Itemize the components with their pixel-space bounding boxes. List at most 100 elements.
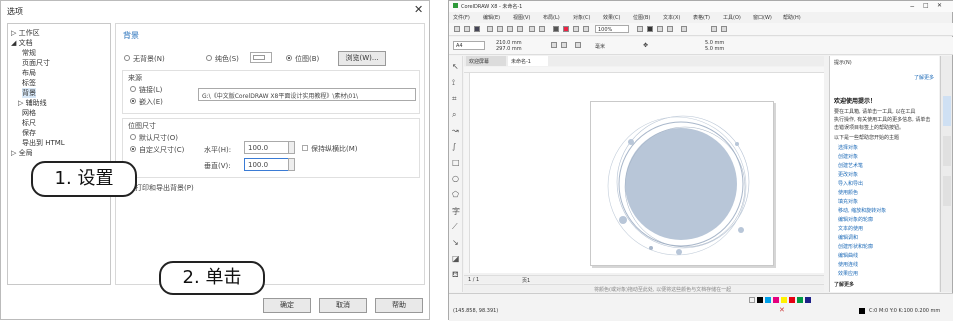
palette-swatch[interactable] (765, 297, 771, 303)
tree-item-grid[interactable]: 网格 (22, 108, 36, 118)
landscape-icon[interactable] (561, 42, 567, 48)
no-background-radio[interactable] (124, 55, 130, 61)
all-pages-icon[interactable] (575, 42, 581, 48)
horizontal-input[interactable]: 100.0 (244, 141, 290, 154)
search-content-icon[interactable] (553, 26, 559, 32)
open-icon[interactable] (464, 26, 470, 32)
zoom-combo[interactable]: 100% (595, 25, 629, 33)
docker-link[interactable]: 选择对象 (838, 144, 858, 151)
menu-file[interactable]: 文件(F) (453, 14, 470, 21)
portrait-icon[interactable] (551, 42, 557, 48)
zoom-tool-icon[interactable]: ⌕ (452, 110, 456, 120)
show-grid-icon[interactable] (657, 26, 663, 32)
fill-tool-icon[interactable]: ⛾ (452, 270, 459, 280)
palette-swatch[interactable] (797, 297, 803, 303)
app-launcher-icon[interactable] (721, 26, 727, 32)
link-radio[interactable] (130, 86, 136, 92)
menu-text[interactable]: 文本(X) (663, 14, 680, 21)
docker-link[interactable]: 使用颜色 (838, 189, 858, 196)
docker-side-tabs[interactable] (940, 56, 952, 292)
tree-item-document[interactable]: ◢ 文档 (11, 38, 33, 48)
palette-swatch[interactable] (749, 297, 755, 303)
palette-swatch[interactable] (789, 297, 795, 303)
palette-swatch[interactable] (781, 297, 787, 303)
paste-icon[interactable] (517, 26, 523, 32)
tree-item-layout[interactable]: 布局 (22, 68, 36, 78)
solid-radio[interactable] (206, 55, 212, 61)
ok-button[interactable]: 确定 (263, 298, 311, 313)
tree-item-rulers[interactable]: 标尺 (22, 118, 36, 128)
page-counter[interactable]: 1 / 1 (468, 277, 479, 283)
menu-help[interactable]: 帮助(H) (783, 14, 801, 21)
ellipse-tool-icon[interactable]: ○ (452, 174, 459, 183)
close-icon[interactable]: ✕ (414, 3, 423, 16)
objects-tab[interactable] (943, 176, 951, 206)
docker-link[interactable]: 编辑对象的轮廓 (838, 216, 873, 223)
tree-item-page-size[interactable]: 页面尺寸 (22, 58, 50, 68)
docker-link[interactable]: 创建艺术笔 (838, 162, 863, 169)
units-label[interactable]: 毫米 (595, 43, 605, 50)
bitmap-radio[interactable] (286, 55, 292, 61)
tree-item-save[interactable]: 保存 (22, 128, 36, 138)
tree-item-general[interactable]: 常规 (22, 48, 36, 58)
redo-icon[interactable] (539, 26, 545, 32)
palette-swatch[interactable] (805, 297, 811, 303)
export-icon[interactable] (573, 26, 579, 32)
docker-link[interactable]: 移动, 缩放和旋转对象 (838, 207, 886, 214)
undo-icon[interactable] (529, 26, 535, 32)
pick-tool-icon[interactable]: ↖ (452, 62, 459, 71)
color-picker[interactable] (250, 52, 272, 63)
canvas[interactable] (470, 73, 824, 273)
paper-size-combo[interactable]: A4 (453, 41, 485, 50)
docker-link[interactable]: 文本的使用 (838, 225, 863, 232)
hints-tab[interactable] (943, 96, 951, 126)
docker-link[interactable]: 效果应用 (838, 270, 858, 277)
snap-to-icon[interactable] (681, 26, 687, 32)
copy-icon[interactable] (507, 26, 513, 32)
connector-tool-icon[interactable]: ↘ (452, 238, 459, 247)
menu-view[interactable]: 视图(V) (513, 14, 530, 21)
learn-more-link[interactable]: 了解更多 (914, 74, 934, 81)
vertical-input[interactable]: 100.0 (244, 158, 290, 171)
minimize-icon[interactable]: ‒ (910, 2, 914, 10)
page-height[interactable]: 297.0 mm (496, 46, 522, 52)
full-screen-icon[interactable] (637, 26, 643, 32)
publish-pdf-icon[interactable] (583, 26, 589, 32)
new-icon[interactable] (454, 26, 460, 32)
menu-window[interactable]: 窗口(W) (753, 14, 772, 21)
polygon-tool-icon[interactable]: ⬠ (452, 190, 459, 199)
help-button[interactable]: 帮助 (375, 298, 423, 313)
artistic-media-tool-icon[interactable]: ∫ (452, 142, 456, 151)
docker-link[interactable]: 创建对象 (838, 153, 858, 160)
path-field[interactable]: G:\《中文版CorelDRAW X8平面设计实用教程》\素材\01\ (198, 88, 416, 101)
parallel-dimension-tool-icon[interactable]: ⟋ (452, 222, 458, 232)
default-size-radio[interactable] (130, 134, 136, 140)
tree-item-export-html[interactable]: 导出到 HTML (22, 138, 65, 148)
palette-swatch[interactable] (757, 297, 763, 303)
properties-tab[interactable] (943, 136, 951, 166)
docker-link[interactable]: 填充对象 (838, 198, 858, 205)
tree-item-workspace[interactable]: ▷ 工作区 (11, 28, 40, 38)
print-icon[interactable] (487, 26, 493, 32)
page-tab[interactable]: 页1 (522, 277, 530, 284)
tab-document[interactable]: 未命名-1 (508, 56, 548, 66)
shape-tool-icon[interactable]: ⟟ (452, 78, 455, 88)
docker-link[interactable]: 导入和导出 (838, 180, 863, 187)
menu-edit[interactable]: 编辑(E) (483, 14, 500, 21)
menu-bitmaps[interactable]: 位图(B) (633, 14, 650, 21)
keep-ratio-checkbox[interactable] (302, 145, 308, 151)
color-palette[interactable] (749, 297, 949, 303)
palette-swatch[interactable] (773, 297, 779, 303)
save-icon[interactable] (474, 26, 480, 32)
tree-item-global[interactable]: ▷ 全局 (11, 148, 33, 158)
menu-effects[interactable]: 效果(C) (603, 14, 620, 21)
options-icon[interactable] (711, 26, 717, 32)
docker-link[interactable]: 编辑曲线 (838, 252, 858, 259)
tree-item-guidelines[interactable]: ▷ 辅助线 (18, 98, 47, 108)
docker-link[interactable]: 编辑调和 (838, 234, 858, 241)
text-tool-icon[interactable]: 字 (452, 206, 460, 217)
tree-item-label[interactable]: 标签 (22, 78, 36, 88)
drop-shadow-tool-icon[interactable]: ◪ (452, 254, 460, 263)
menu-layout[interactable]: 布局(L) (543, 14, 560, 21)
browse-button[interactable]: 浏览(W)... (338, 51, 386, 66)
